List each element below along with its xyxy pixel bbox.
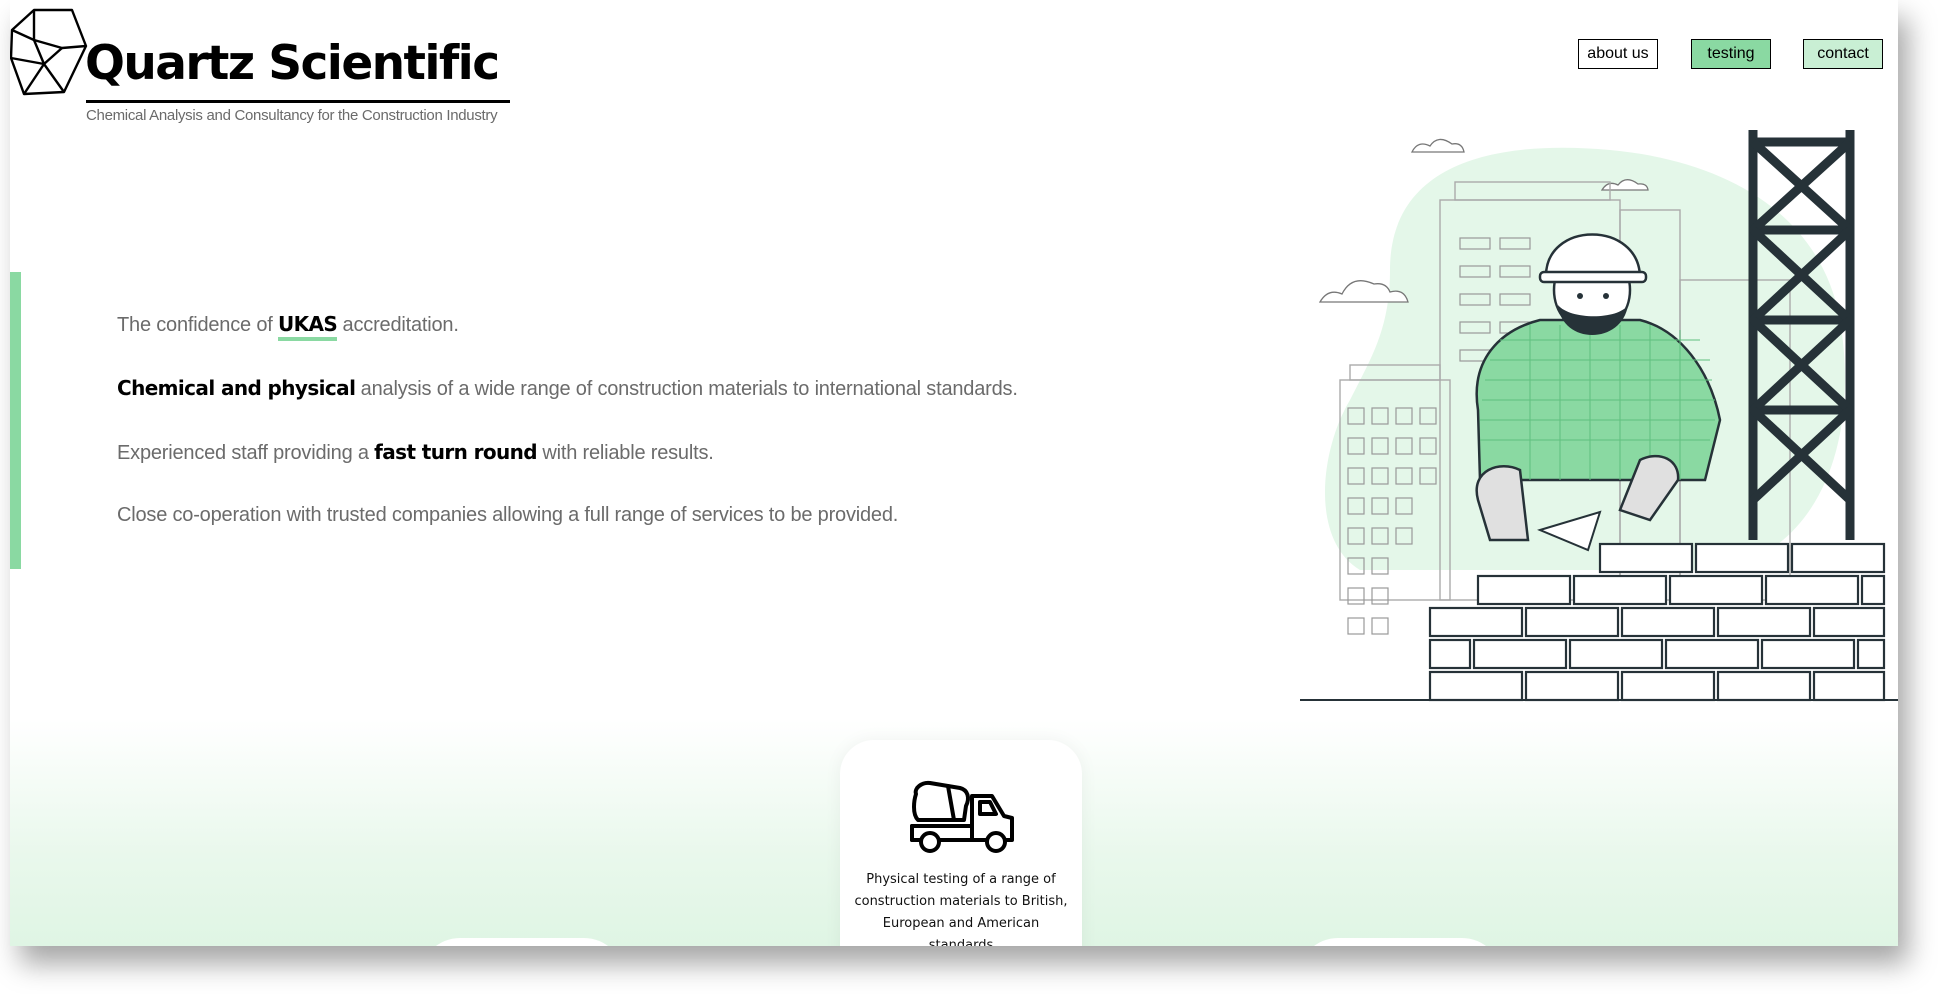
nav-testing[interactable]: testing — [1691, 34, 1776, 69]
hero-accent-bar — [10, 272, 21, 569]
service-card-physical-testing[interactable]: Physical testing of a range of construct… — [840, 740, 1082, 946]
service-description: Physical testing of a range of construct… — [854, 872, 1068, 946]
service-card-right[interactable] — [1298, 938, 1502, 946]
nav-contact[interactable]: contact — [1803, 34, 1888, 69]
brand-title[interactable]: Quartz Scientific — [85, 36, 500, 92]
brand-divider — [86, 100, 510, 103]
cement-mixer-truck-icon — [910, 780, 1014, 853]
bricklayer-illustration — [1300, 130, 1898, 702]
ukas-highlight: UKAS — [277, 312, 338, 341]
hero-line-ukas: The confidence of UKAS accreditation. — [117, 312, 459, 341]
page: Quartz Scientific Chemical Analysis and … — [10, 0, 1898, 946]
quartz-crystal-icon[interactable] — [10, 8, 88, 96]
nav-about-us[interactable]: about us — [1578, 39, 1658, 69]
service-card-left[interactable] — [420, 938, 624, 946]
hero-line-cooperation: Close co-operation with trusted companie… — [117, 504, 899, 526]
brand-tagline: Chemical Analysis and Consultancy for th… — [86, 107, 498, 124]
hero-line-analysis: Chemical and physical analysis of a wide… — [117, 376, 1018, 400]
hero-line-staff: Experienced staff providing a fast turn … — [117, 440, 714, 464]
